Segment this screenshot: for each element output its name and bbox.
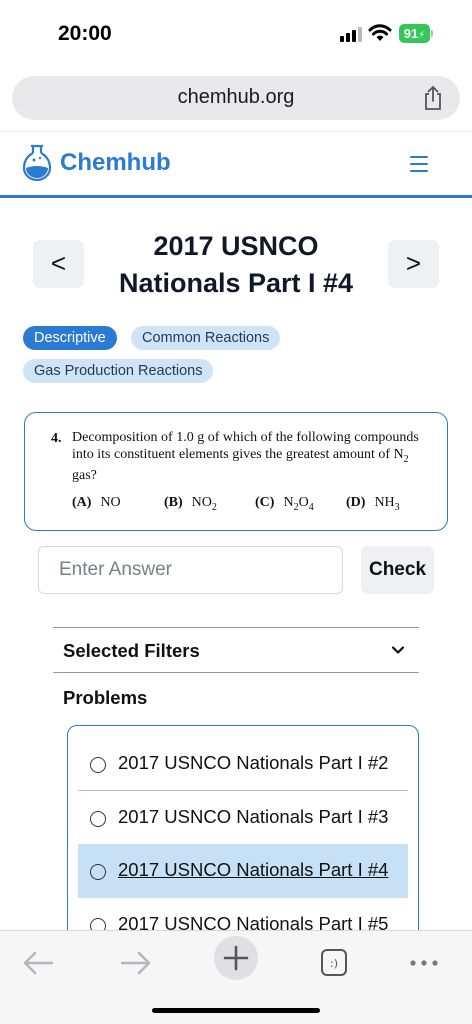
answer-input[interactable] bbox=[38, 546, 343, 594]
tag-descriptive[interactable]: Descriptive bbox=[23, 326, 117, 350]
problem-item-label[interactable]: 2017 USNCO Nationals Part I #4 bbox=[118, 859, 388, 881]
cellular-signal-icon bbox=[340, 27, 362, 42]
site-header: Chemhub bbox=[0, 132, 472, 198]
problem-item-label[interactable]: 2017 USNCO Nationals Part I #2 bbox=[118, 752, 388, 774]
radio-button[interactable] bbox=[90, 811, 106, 827]
more-options-icon[interactable] bbox=[408, 941, 440, 985]
forward-arrow-icon[interactable] bbox=[118, 941, 154, 985]
problem-item-label[interactable]: 2017 USNCO Nationals Part I #3 bbox=[118, 806, 388, 828]
problems-heading: Problems bbox=[63, 687, 148, 708]
problem-item[interactable]: 2017 USNCO Nationals Part I #2 bbox=[78, 737, 408, 791]
flask-logo-icon[interactable] bbox=[22, 144, 52, 182]
choice-d: (D) NH3 bbox=[346, 495, 400, 513]
status-bar: 20:00 91⚡ bbox=[0, 0, 472, 70]
choice-b: (B) NO2 bbox=[164, 495, 217, 513]
question-text: Decomposition of 1.0 g of which of the f… bbox=[72, 430, 419, 483]
next-problem-button[interactable]: > bbox=[388, 240, 439, 288]
page-title: 2017 USNCO Nationals Part I #4 bbox=[118, 231, 354, 298]
share-icon[interactable] bbox=[422, 85, 444, 111]
battery-nub bbox=[431, 30, 433, 37]
problem-item[interactable]: 2017 USNCO Nationals Part I #3 bbox=[78, 791, 408, 845]
choice-a: (A) NO bbox=[72, 495, 121, 510]
hamburger-menu-icon[interactable] bbox=[410, 156, 428, 172]
question-number: 4. bbox=[51, 431, 62, 446]
url-text[interactable]: chemhub.org bbox=[12, 86, 460, 109]
selected-filters-label: Selected Filters bbox=[63, 640, 200, 661]
tag-gas-production-reactions[interactable]: Gas Production Reactions bbox=[23, 359, 214, 383]
battery-indicator: 91⚡ bbox=[399, 24, 430, 43]
chevron-down-icon[interactable] bbox=[391, 643, 405, 657]
brand-name[interactable]: Chemhub bbox=[60, 149, 171, 177]
previous-problem-button[interactable]: < bbox=[33, 240, 84, 288]
check-button[interactable]: Check bbox=[361, 546, 434, 594]
problem-card: 4. Decomposition of 1.0 g of which of th… bbox=[24, 412, 448, 531]
radio-button[interactable] bbox=[90, 757, 106, 773]
radio-button[interactable] bbox=[90, 864, 106, 880]
status-time: 20:00 bbox=[58, 22, 112, 45]
svg-text::): :) bbox=[330, 957, 338, 970]
wifi-icon bbox=[368, 24, 392, 41]
selected-filters-toggle[interactable]: Selected Filters bbox=[53, 627, 419, 673]
tabs-icon[interactable]: :) bbox=[319, 941, 349, 985]
problem-item-selected[interactable]: 2017 USNCO Nationals Part I #4 bbox=[78, 844, 408, 898]
back-arrow-icon[interactable] bbox=[20, 941, 56, 985]
address-bar[interactable]: chemhub.org bbox=[12, 76, 460, 120]
choice-c: (C) N2O4 bbox=[255, 495, 314, 513]
tag-common-reactions[interactable]: Common Reactions bbox=[131, 326, 281, 350]
home-indicator bbox=[152, 1008, 320, 1013]
new-tab-plus-icon[interactable] bbox=[214, 936, 258, 980]
